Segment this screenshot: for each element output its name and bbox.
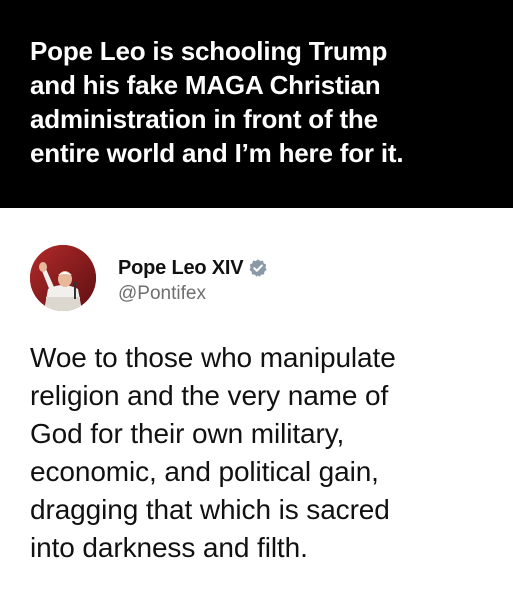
author-name-row: Pope Leo XIV [118,255,268,281]
avatar[interactable] [30,245,96,311]
verified-badge-icon [248,258,268,278]
headline-text: Pope Leo is schooling Trump and his fake… [30,36,404,168]
headline-banner: Pope Leo is schooling Trump and his fake… [0,0,513,208]
author-display-name[interactable]: Pope Leo XIV [118,257,244,280]
post-card: Pope Leo XIV @Pontifex Woe to those who … [0,208,513,590]
author-handle[interactable]: @Pontifex [118,283,206,305]
pope-avatar-icon [30,245,96,311]
post-body-text: Woe to those who manipulate religion and… [30,342,396,563]
